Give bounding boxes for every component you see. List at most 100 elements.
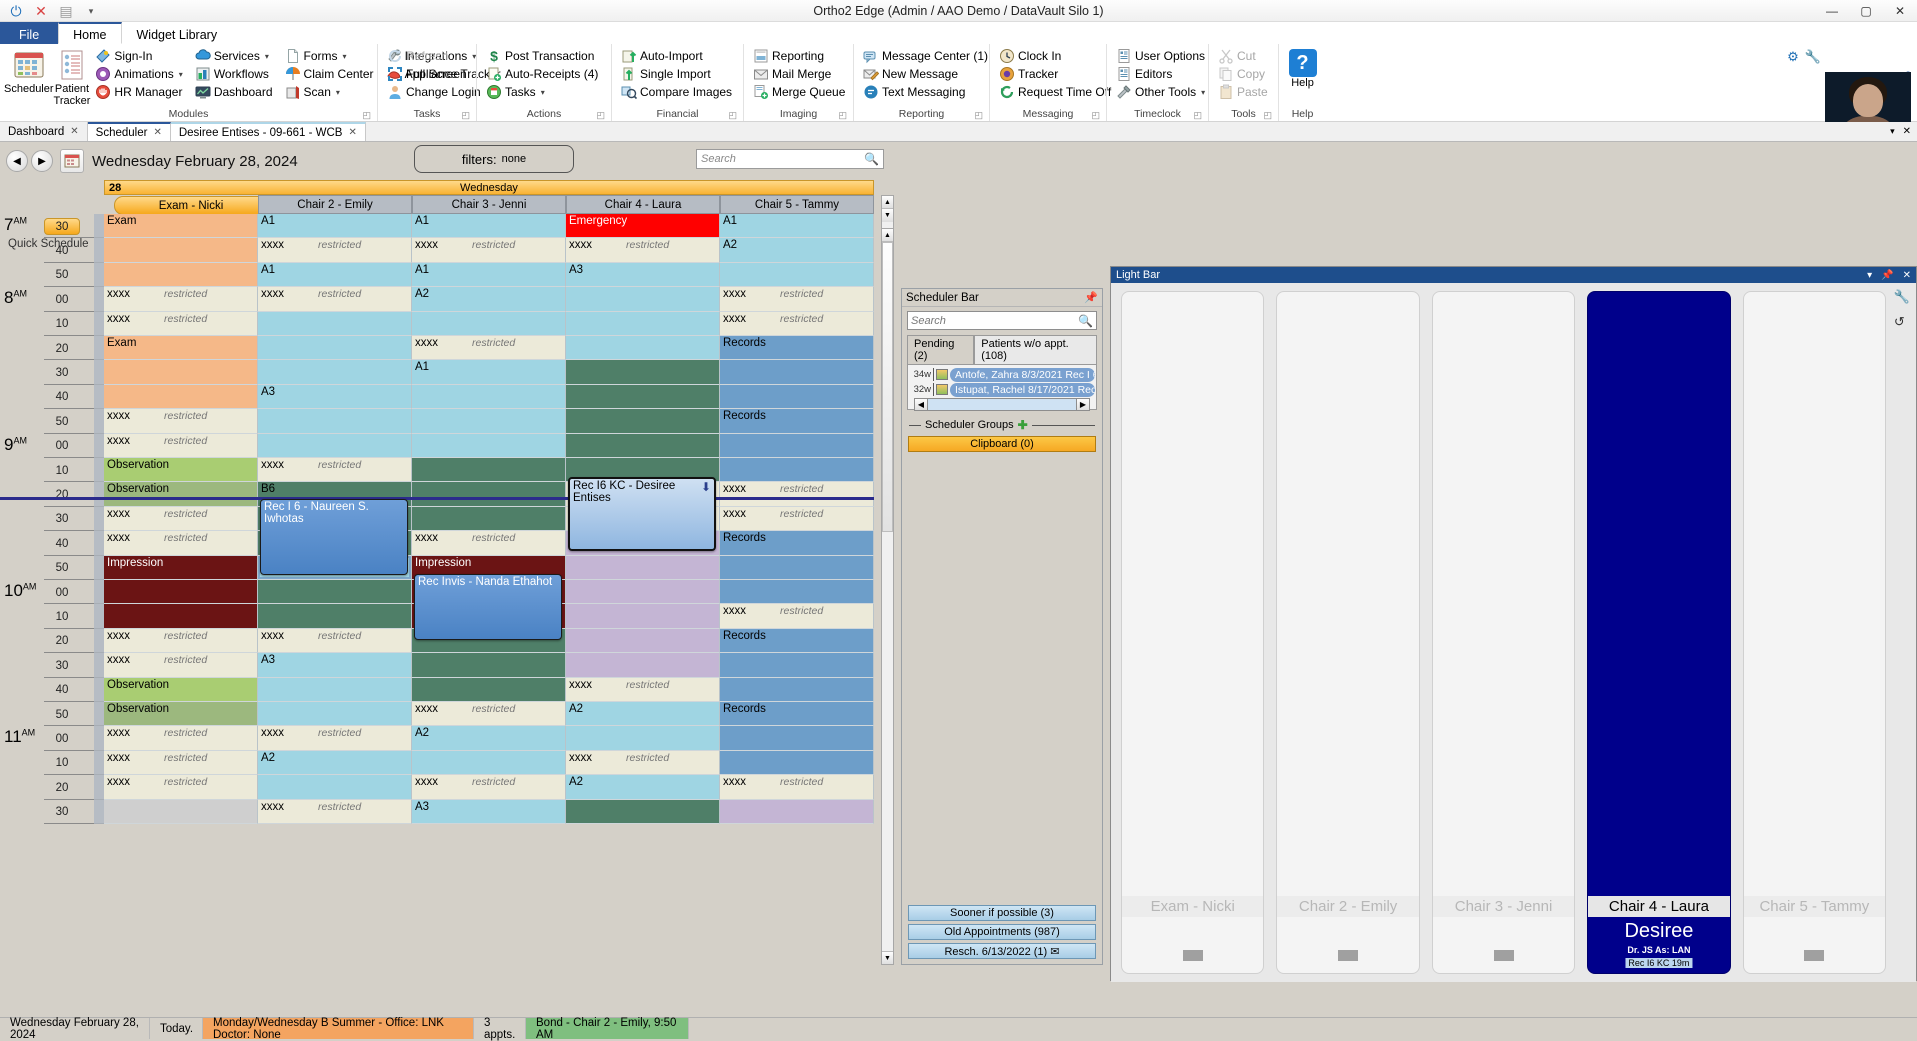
grid-cell[interactable] xyxy=(566,434,720,458)
light-bar-column-chair-5[interactable]: Chair 5 - Tammy xyxy=(1743,291,1886,974)
tracker-button[interactable]: Tracker xyxy=(997,65,1115,83)
animations-button[interactable]: Animations ▾ xyxy=(93,65,186,83)
time-slot-23[interactable]: 20 xyxy=(44,779,80,796)
grid-cell[interactable]: Records xyxy=(720,629,874,653)
time-slot-1[interactable]: 40 xyxy=(44,242,80,259)
pending-list[interactable]: 34w Antofe, Zahra 8/3/2021 Rec I 6 32w I… xyxy=(907,364,1097,410)
grid-cell[interactable] xyxy=(412,312,566,336)
grid-cell[interactable] xyxy=(720,653,874,677)
auto-receipts-button[interactable]: Auto-Receipts (4) xyxy=(484,65,602,83)
grid-cell[interactable]: xxxxrestricted xyxy=(412,775,566,799)
grid-cell[interactable] xyxy=(566,360,720,384)
search-icon[interactable]: 🔍 xyxy=(1078,314,1093,328)
time-slot-8[interactable]: 50 xyxy=(44,413,80,430)
grid-cell[interactable]: Observation xyxy=(104,482,258,506)
single-import-button[interactable]: Single Import xyxy=(619,65,736,83)
grid-cell[interactable] xyxy=(412,482,566,506)
time-slot-3[interactable]: 00 xyxy=(44,291,80,308)
scheduler-bar-search-input[interactable]: Search 🔍 xyxy=(907,311,1097,330)
grid-cell[interactable] xyxy=(104,360,258,384)
grid-cell[interactable]: xxxxrestricted xyxy=(720,482,874,506)
grid-cell[interactable]: A2 xyxy=(258,751,412,775)
scroll-right-icon[interactable]: ▶ xyxy=(1076,398,1090,411)
grid-cell[interactable] xyxy=(104,800,258,824)
grid-cell[interactable] xyxy=(720,751,874,775)
grid-cell[interactable]: xxxxrestricted xyxy=(566,678,720,702)
grid-cell[interactable] xyxy=(720,458,874,482)
doc-tab-dashboard[interactable]: Dashboard ✕ xyxy=(0,122,88,141)
next-day-button[interactable]: ▶ xyxy=(31,150,53,172)
time-slot-17[interactable]: 20 xyxy=(44,633,80,650)
grid-cell[interactable] xyxy=(412,458,566,482)
time-slot-0[interactable]: 30 xyxy=(44,218,80,235)
user-options-button[interactable]: User Options xyxy=(1114,47,1209,65)
services-button[interactable]: Services ▾ xyxy=(193,47,277,65)
grid-cell[interactable]: Impression xyxy=(104,556,258,580)
grid-cell[interactable] xyxy=(104,385,258,409)
grid-cell[interactable] xyxy=(566,604,720,628)
grid-cell[interactable]: xxxxrestricted xyxy=(104,531,258,555)
doc-tab-scheduler[interactable]: Scheduler ✕ xyxy=(88,122,171,141)
scheduler-bar-tabs[interactable]: Pending (2) Patients w/o appt. (108) xyxy=(907,335,1097,364)
light-bar-column-chair-2[interactable]: Chair 2 - Emily xyxy=(1276,291,1419,974)
time-slot-5[interactable]: 20 xyxy=(44,340,80,357)
grid-cell[interactable]: A3 xyxy=(258,653,412,677)
grid-cell[interactable]: xxxxrestricted xyxy=(720,312,874,336)
grid-cell[interactable] xyxy=(412,385,566,409)
grid-cell[interactable]: A2 xyxy=(412,287,566,311)
grid-cell[interactable]: xxxxrestricted xyxy=(258,238,412,262)
grid-cell[interactable] xyxy=(720,385,874,409)
grid-cell[interactable]: Observation xyxy=(104,458,258,482)
grid-cell[interactable]: xxxxrestricted xyxy=(258,287,412,311)
resched-button[interactable]: Resch. 6/13/2022 (1) ✉ xyxy=(908,943,1096,959)
grid-cell[interactable]: xxxxrestricted xyxy=(720,775,874,799)
grid-cell[interactable]: A2 xyxy=(412,726,566,750)
grid-cell[interactable]: Exam xyxy=(104,336,258,360)
window-controls[interactable]: — ▢ ✕ xyxy=(1815,0,1917,22)
scroll-down-icon[interactable]: ▼ xyxy=(882,209,893,222)
grid-cell[interactable] xyxy=(104,263,258,287)
grid-cell[interactable] xyxy=(412,653,566,677)
scroll-thumb[interactable] xyxy=(882,242,893,532)
claim-center-button[interactable]: Claim Center xyxy=(283,65,378,83)
appointment-badge-icon[interactable]: ⬇ xyxy=(701,480,711,494)
new-message-button[interactable]: New Message xyxy=(861,65,992,83)
minimize-button[interactable]: — xyxy=(1815,0,1849,22)
grid-cell[interactable] xyxy=(258,336,412,360)
grid-cell[interactable]: Records xyxy=(720,409,874,433)
grid-cell[interactable]: Emergency xyxy=(566,214,720,238)
grid-cell[interactable] xyxy=(720,678,874,702)
grid-scrollbar[interactable]: ▲▼ xyxy=(881,228,894,965)
grid-cell[interactable] xyxy=(720,556,874,580)
grid-cell[interactable] xyxy=(566,580,720,604)
grid-cell[interactable] xyxy=(258,775,412,799)
chevron-down-icon[interactable]: ▾ xyxy=(541,88,545,97)
grid-cell[interactable] xyxy=(412,751,566,775)
time-slot-18[interactable]: 30 xyxy=(44,657,80,674)
full-screen-button[interactable]: Full Screen xyxy=(385,65,485,83)
column-header-4[interactable]: Chair 5 - Tammy xyxy=(720,195,874,214)
grid-cell[interactable] xyxy=(104,580,258,604)
grid-cell[interactable] xyxy=(566,409,720,433)
grid-cell[interactable]: A3 xyxy=(258,385,412,409)
grid-cell[interactable] xyxy=(412,507,566,531)
doc-tab-patient[interactable]: Desiree Entises - 09-661 - WCB ✕ xyxy=(171,122,366,141)
column-header-2[interactable]: Chair 3 - Jenni xyxy=(412,195,566,214)
mail-merge-button[interactable]: Mail Merge xyxy=(751,65,849,83)
close-icon[interactable]: ✕ xyxy=(70,126,78,137)
grid-cell[interactable]: Records xyxy=(720,336,874,360)
prev-day-button[interactable]: ◀ xyxy=(6,150,28,172)
grid-cell[interactable] xyxy=(720,580,874,604)
grid-cell[interactable]: Exam xyxy=(104,214,258,238)
dialog-launcher-icon[interactable]: ◰ xyxy=(362,108,371,122)
grid-cell[interactable]: xxxxrestricted xyxy=(104,507,258,531)
filters-control[interactable]: filters: none xyxy=(414,145,574,173)
time-slot-15[interactable]: 00 xyxy=(44,584,80,601)
doc-tab-controls[interactable]: ▾ ✕ xyxy=(1890,122,1917,141)
grid-cell[interactable]: xxxxrestricted xyxy=(720,287,874,311)
time-slot-22[interactable]: 10 xyxy=(44,755,80,772)
column-header-0[interactable]: Exam - Nicki xyxy=(114,196,268,215)
grid-cell[interactable] xyxy=(258,409,412,433)
grid-cell[interactable] xyxy=(720,263,874,287)
grid-cell[interactable]: xxxxrestricted xyxy=(104,653,258,677)
